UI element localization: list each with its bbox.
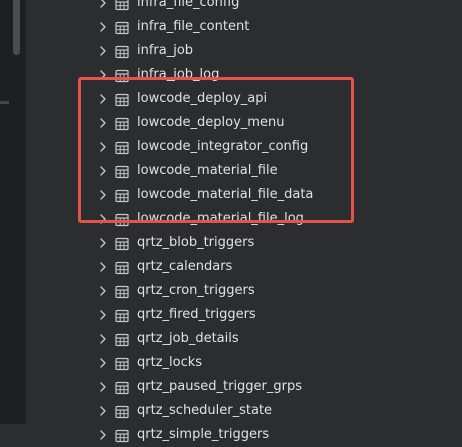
tree-row[interactable]: infra_job_log: [26, 63, 462, 87]
tree-row-label: lowcode_integrator_config: [137, 139, 309, 154]
tree-row[interactable]: qrtz_locks: [26, 351, 462, 375]
tree-row-label: lowcode_material_file: [137, 163, 278, 178]
tree-row[interactable]: qrtz_blob_triggers: [26, 231, 462, 255]
gutter-marker: [0, 101, 9, 104]
chevron-right-icon[interactable]: [96, 404, 110, 418]
chevron-right-icon[interactable]: [96, 68, 110, 82]
chevron-right-icon[interactable]: [96, 236, 110, 250]
table-icon: [115, 356, 129, 371]
chevron-right-icon[interactable]: [96, 20, 110, 34]
tree-row-label: qrtz_scheduler_state: [137, 403, 273, 418]
tree-row-label: qrtz_calendars: [137, 259, 233, 274]
chevron-right-icon[interactable]: [96, 308, 110, 322]
tree-row-label: qrtz_blob_triggers: [137, 235, 255, 250]
tree-row-label: qrtz_simple_triggers: [137, 427, 270, 442]
chevron-right-icon[interactable]: [96, 260, 110, 274]
chevron-right-icon[interactable]: [96, 140, 110, 154]
tree-row-label: lowcode_deploy_menu: [137, 115, 285, 130]
tree-row-label: lowcode_deploy_api: [137, 91, 268, 106]
tree-row[interactable]: infra_job: [26, 39, 462, 63]
table-icon: [115, 44, 129, 59]
tree-row[interactable]: qrtz_cron_triggers: [26, 279, 462, 303]
tree-row[interactable]: infra_file_content: [26, 15, 462, 39]
tree-row-label: infra_file_content: [137, 19, 250, 34]
table-icon: [115, 308, 129, 323]
table-icon: [115, 428, 129, 443]
tree-row[interactable]: infra_file_config: [26, 0, 462, 15]
chevron-right-icon[interactable]: [96, 212, 110, 226]
chevron-right-icon[interactable]: [96, 44, 110, 58]
tree-row-label: qrtz_paused_trigger_grps: [137, 379, 303, 394]
tree-row-label: qrtz_fired_triggers: [137, 307, 256, 322]
table-icon: [115, 92, 129, 107]
tree-row[interactable]: qrtz_paused_trigger_grps: [26, 375, 462, 399]
tree-row[interactable]: lowcode_deploy_menu: [26, 111, 462, 135]
table-icon: [115, 332, 129, 347]
tree-row[interactable]: lowcode_material_file_data: [26, 183, 462, 207]
table-icon: [115, 140, 129, 155]
tree-row[interactable]: lowcode_integrator_config: [26, 135, 462, 159]
tree-row-label: infra_job_log: [137, 67, 220, 82]
tree-row[interactable]: qrtz_fired_triggers: [26, 303, 462, 327]
tree-row[interactable]: qrtz_simple_triggers: [26, 423, 462, 447]
tree-row-label: lowcode_material_file_log: [137, 211, 304, 226]
chevron-right-icon[interactable]: [96, 0, 110, 10]
tree-row[interactable]: qrtz_job_details: [26, 327, 462, 351]
tree-row[interactable]: qrtz_scheduler_state: [26, 399, 462, 423]
table-icon: [115, 0, 129, 11]
chevron-right-icon[interactable]: [96, 116, 110, 130]
table-icon: [115, 284, 129, 299]
tree-row-label: infra_job: [137, 43, 194, 58]
table-icon: [115, 116, 129, 131]
tree-row[interactable]: lowcode_material_file_log: [26, 207, 462, 231]
chevron-right-icon[interactable]: [96, 428, 110, 442]
table-icon: [115, 188, 129, 203]
table-icon: [115, 236, 129, 251]
chevron-right-icon[interactable]: [96, 332, 110, 346]
table-icon: [115, 212, 129, 227]
tree-row[interactable]: lowcode_material_file: [26, 159, 462, 183]
chevron-right-icon[interactable]: [96, 92, 110, 106]
tree-row-label: qrtz_job_details: [137, 331, 239, 346]
left-gutter: [0, 0, 26, 424]
tree-row-label: qrtz_locks: [137, 355, 203, 370]
chevron-right-icon[interactable]: [96, 164, 110, 178]
tree-row[interactable]: qrtz_calendars: [26, 255, 462, 279]
table-icon: [115, 20, 129, 35]
table-icon: [115, 68, 129, 83]
table-icon: [115, 164, 129, 179]
table-icon: [115, 260, 129, 275]
gutter-scrollbar[interactable]: [13, 0, 20, 55]
table-icon: [115, 380, 129, 395]
table-icon: [115, 404, 129, 419]
tree-row-label: lowcode_material_file_data: [137, 187, 314, 202]
chevron-right-icon[interactable]: [96, 356, 110, 370]
chevron-right-icon[interactable]: [96, 380, 110, 394]
tree-row[interactable]: lowcode_deploy_api: [26, 87, 462, 111]
database-tree: infra_file_config infra_file_contentinfra…: [26, 0, 462, 443]
tree-row-label: infra_file_config: [137, 0, 240, 10]
chevron-right-icon[interactable]: [96, 284, 110, 298]
tree-row-label: qrtz_cron_triggers: [137, 283, 255, 298]
chevron-right-icon[interactable]: [96, 188, 110, 202]
